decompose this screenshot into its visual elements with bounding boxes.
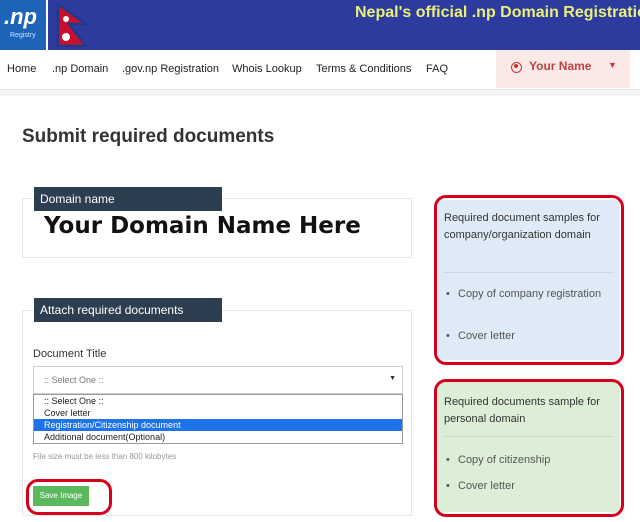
- nav-whois-lookup[interactable]: Whois Lookup: [232, 63, 302, 75]
- logo-subtext: Registry: [10, 32, 36, 39]
- dropdown-option-highlighted[interactable]: Registration/Citizenship document: [34, 419, 402, 431]
- dropdown-option[interactable]: Additional document(Optional): [34, 431, 402, 443]
- header-banner: .np Registry Nepal's official .np Domain…: [0, 0, 640, 50]
- nav-home[interactable]: Home: [7, 63, 36, 75]
- nav-gov-np-registration[interactable]: .gov.np Registration: [122, 63, 219, 75]
- document-title-select[interactable]: :: Select One :: ▼: [33, 366, 403, 394]
- caret-down-icon: ▼: [608, 60, 617, 70]
- nav-np-domain[interactable]: .np Domain: [52, 63, 108, 75]
- dropdown-option[interactable]: Cover letter: [34, 407, 402, 419]
- dropdown-option[interactable]: :: Select One ::: [34, 395, 402, 407]
- highlight-ring-save: [26, 479, 112, 515]
- page-title: Submit required documents: [22, 126, 275, 147]
- nav-terms-conditions[interactable]: Terms & Conditions: [316, 63, 411, 75]
- highlight-ring-company: [434, 195, 624, 365]
- highlight-ring-personal: [434, 379, 624, 517]
- user-circle-icon: [511, 62, 522, 73]
- domain-name-value: Your Domain Name Here: [44, 213, 361, 239]
- select-current-value: :: Select One ::: [44, 375, 104, 385]
- attach-documents-tag: Attach required documents: [34, 298, 222, 322]
- document-title-dropdown: :: Select One :: Cover letter Registrati…: [33, 394, 403, 444]
- nav-faq[interactable]: FAQ: [426, 63, 448, 75]
- user-menu[interactable]: Your Name ▼: [496, 50, 630, 88]
- user-name: Your Name: [529, 59, 592, 73]
- logo-text: .np: [4, 4, 37, 29]
- site-logo[interactable]: .np Registry: [0, 0, 48, 50]
- page: .np Registry Nepal's official .np Domain…: [0, 0, 640, 522]
- document-title-label: Document Title: [33, 348, 107, 360]
- file-size-hint: File size must be less than 800 kilobyte…: [33, 452, 177, 461]
- site-title: Nepal's official .np Domain Registration: [355, 4, 640, 21]
- caret-down-icon: ▼: [389, 375, 396, 382]
- nepal-flag-icon: [56, 2, 90, 48]
- domain-name-tag: Domain name: [34, 187, 222, 211]
